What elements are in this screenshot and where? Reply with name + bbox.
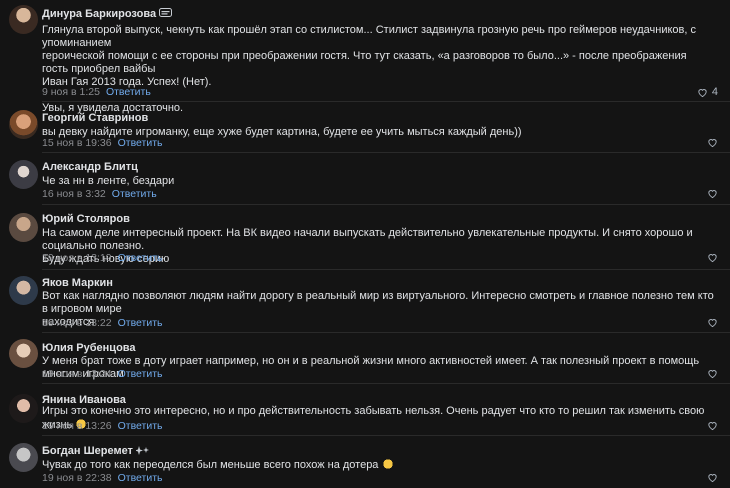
comment-item: Динура Баркирозова Глянула второй выпуск… <box>0 0 730 114</box>
like-button[interactable] <box>707 188 718 199</box>
reply-button[interactable]: Ответить <box>118 252 163 264</box>
comment-item: Яков Маркин Вот как наглядно позволяют л… <box>0 272 730 333</box>
avatar[interactable] <box>9 5 38 34</box>
comment-text: Че за нн в ленте, бездари <box>42 175 175 187</box>
comment-date[interactable]: 19 ноя в 13:24 <box>42 368 112 380</box>
like-button[interactable]: 4 <box>697 86 718 98</box>
divider <box>42 204 730 205</box>
divider <box>42 383 730 384</box>
like-button[interactable] <box>707 317 718 328</box>
comment-meta: 19 ноя в 13:19 Ответить <box>42 252 163 264</box>
comment-meta: 19 ноя в 13:22 Ответить <box>42 317 163 329</box>
badge-icon <box>159 8 173 17</box>
comment-meta: 9 ноя в 1:25 Ответить <box>42 86 151 98</box>
comment-date[interactable]: 19 ноя в 13:22 <box>42 317 112 329</box>
comment-date[interactable]: 16 ноя в 3:32 <box>42 188 106 200</box>
like-button[interactable] <box>707 472 718 483</box>
divider <box>42 101 730 102</box>
comment-item: Юлия Рубенцова У меня брат тоже в доту и… <box>0 335 730 385</box>
like-button[interactable] <box>707 137 718 148</box>
divider <box>42 332 730 333</box>
reply-button[interactable]: Ответить <box>106 86 151 98</box>
divider <box>42 269 730 270</box>
comment-author[interactable]: Юрий Столяров <box>42 213 130 225</box>
avatar[interactable] <box>9 213 38 242</box>
reply-button[interactable]: Ответить <box>118 137 163 149</box>
avatar[interactable] <box>9 443 38 472</box>
avatar[interactable] <box>9 276 38 305</box>
comment-author[interactable]: Богдан Шеремет <box>42 445 150 457</box>
like-button[interactable] <box>707 252 718 263</box>
reply-button[interactable]: Ответить <box>118 420 163 432</box>
comment-meta: 19 ноя в 13:26 Ответить <box>42 420 163 432</box>
reply-button[interactable]: Ответить <box>118 368 163 380</box>
heart-icon <box>708 319 717 328</box>
comment-meta: 16 ноя в 3:32 Ответить <box>42 188 157 200</box>
comment-meta: 19 ноя в 22:38 Ответить <box>42 472 163 484</box>
comment-date[interactable]: 19 ноя в 13:26 <box>42 420 112 432</box>
heart-icon <box>708 474 717 483</box>
like-count: 4 <box>711 86 718 98</box>
heart-icon <box>708 190 717 199</box>
reply-button[interactable]: Ответить <box>112 188 157 200</box>
comment-text: Чувак до того как переоделся был меньше … <box>42 458 714 472</box>
reply-button[interactable]: Ответить <box>118 472 163 484</box>
comment-date[interactable]: 19 ноя в 22:38 <box>42 472 112 484</box>
comment-date[interactable]: 19 ноя в 13:19 <box>42 252 112 264</box>
like-button[interactable] <box>707 420 718 431</box>
divider <box>42 152 730 153</box>
avatar[interactable] <box>9 160 38 189</box>
avatar[interactable] <box>9 339 38 368</box>
comment-author[interactable]: Яков Маркин <box>42 277 113 289</box>
comment-date[interactable]: 9 ноя в 1:25 <box>42 86 100 98</box>
heart-icon <box>708 139 717 148</box>
comment-author[interactable]: Динура Баркирозова <box>42 8 173 20</box>
heart-icon <box>708 422 717 431</box>
like-button[interactable] <box>707 368 718 379</box>
comment-item: Янина Иванова Игры это конечно это интер… <box>0 386 730 436</box>
comment-author[interactable]: Александр Блитц <box>42 161 138 173</box>
comment-item: Александр Блитц Че за нн в ленте, бездар… <box>0 155 730 205</box>
reply-button[interactable]: Ответить <box>118 317 163 329</box>
comment-item: Юрий Столяров На самом деле интересный п… <box>0 207 730 270</box>
smile-emoji-icon <box>381 458 394 470</box>
divider <box>42 435 730 436</box>
avatar[interactable] <box>9 110 38 139</box>
heart-icon <box>698 88 707 97</box>
comment-meta: 19 ноя в 13:24 Ответить <box>42 368 163 380</box>
heart-icon <box>708 254 717 263</box>
comment-item: Богдан Шеремет Чувак до того как переоде… <box>0 437 730 488</box>
heart-icon <box>708 370 717 379</box>
comment-author[interactable]: Юлия Рубенцова <box>42 342 136 354</box>
avatar[interactable] <box>9 394 38 423</box>
comment-item: Георгий Ставринов вы девку найдите игром… <box>0 104 730 154</box>
comment-meta: 15 ноя в 19:36 Ответить <box>42 137 163 149</box>
sparkle-icon <box>135 446 149 455</box>
comment-date[interactable]: 15 ноя в 19:36 <box>42 137 112 149</box>
comment-author[interactable]: Георгий Ставринов <box>42 112 148 124</box>
